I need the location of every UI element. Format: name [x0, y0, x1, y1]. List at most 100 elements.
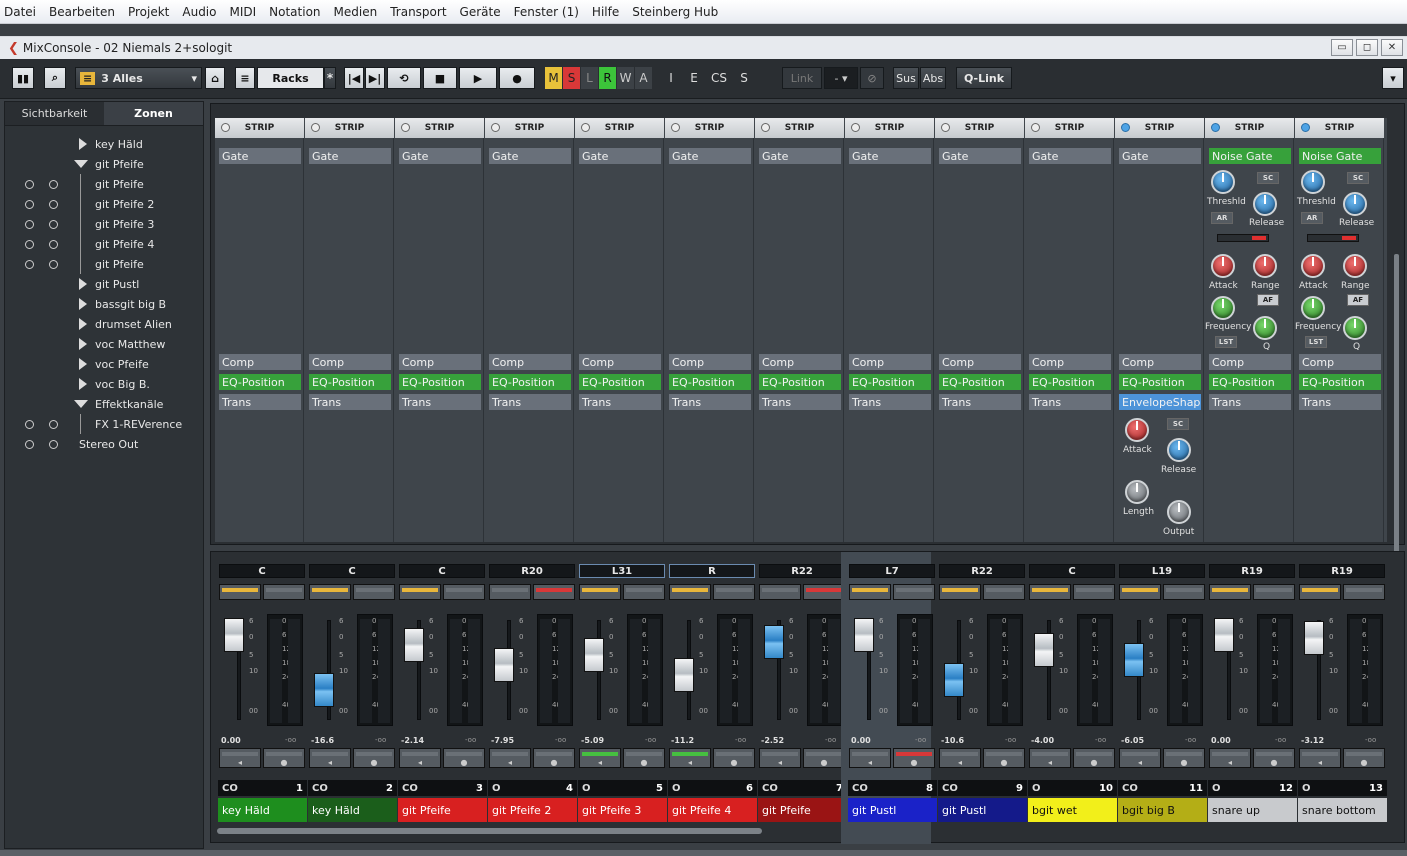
- record-enable-button[interactable]: ●: [713, 748, 755, 768]
- channel-name[interactable]: snare bottom: [1298, 798, 1387, 822]
- mute-button[interactable]: ◂: [399, 748, 441, 768]
- gate-slot[interactable]: Gate: [579, 148, 661, 164]
- volume-fader[interactable]: [764, 625, 784, 659]
- pan-control[interactable]: R: [669, 564, 755, 578]
- pan-control[interactable]: R20: [489, 564, 575, 578]
- pan-control[interactable]: C: [399, 564, 485, 578]
- list-item[interactable]: voc Pfeife: [5, 354, 203, 374]
- insert-bypass-button[interactable]: [219, 584, 261, 600]
- trans-slot[interactable]: Trans: [1029, 394, 1111, 410]
- pan-control[interactable]: C: [1029, 564, 1115, 578]
- insert-bypass-button[interactable]: [1119, 584, 1161, 600]
- tab-sichtbarkeit[interactable]: Sichtbarkeit: [5, 102, 104, 125]
- e-button[interactable]: E: [683, 67, 705, 89]
- minimize-button[interactable]: ▭: [1331, 39, 1353, 56]
- volume-value[interactable]: 0.00: [1211, 736, 1231, 745]
- i-button[interactable]: I: [660, 67, 682, 89]
- absolute-button[interactable]: Abs: [920, 67, 946, 89]
- menu-item-10[interactable]: Hilfe: [592, 5, 619, 19]
- strip-header[interactable]: STRIP: [1115, 118, 1204, 138]
- cs-button[interactable]: CS: [706, 67, 732, 89]
- list-item[interactable]: git Pfeife 3: [5, 214, 203, 234]
- pan-control[interactable]: C: [219, 564, 305, 578]
- envelope-release-knob[interactable]: [1167, 438, 1191, 462]
- solo-dot-icon[interactable]: [49, 179, 58, 189]
- skip-forward-icon[interactable]: ▶|: [365, 67, 385, 89]
- insert-bypass-button[interactable]: [579, 584, 621, 600]
- eq-position-slot[interactable]: EQ-Position: [1209, 374, 1291, 390]
- pan-control[interactable]: R22: [939, 564, 1025, 578]
- channel-name[interactable]: git Pustl: [938, 798, 1027, 822]
- solo-dot-icon[interactable]: [49, 199, 58, 209]
- trans-slot[interactable]: Trans: [579, 394, 661, 410]
- record-enable-button[interactable]: ●: [893, 748, 935, 768]
- mute-button[interactable]: ◂: [1119, 748, 1161, 768]
- comp-slot[interactable]: Comp: [489, 354, 571, 370]
- channel-name[interactable]: git Pfeife 4: [668, 798, 757, 822]
- expand-arrow-icon[interactable]: [79, 278, 87, 290]
- list-item[interactable]: key Häld: [5, 134, 203, 154]
- menu-item-1[interactable]: Bearbeiten: [49, 5, 115, 19]
- eq-position-slot[interactable]: EQ-Position: [489, 374, 571, 390]
- pan-control[interactable]: R19: [1299, 564, 1385, 578]
- comp-slot[interactable]: Comp: [1119, 354, 1201, 370]
- frequency-knob[interactable]: [1301, 296, 1325, 320]
- comp-slot[interactable]: Comp: [219, 354, 301, 370]
- eq-position-slot[interactable]: EQ-Position: [939, 374, 1021, 390]
- strip-power-icon[interactable]: [311, 123, 320, 132]
- channel-name[interactable]: snare up: [1208, 798, 1297, 822]
- eq-position-slot[interactable]: EQ-Position: [309, 374, 391, 390]
- gate-slot[interactable]: Gate: [219, 148, 301, 164]
- stop-icon[interactable]: ■: [423, 67, 457, 89]
- solo-dot-icon[interactable]: [49, 259, 58, 269]
- volume-fader[interactable]: [314, 673, 334, 707]
- record-enable-button[interactable]: ●: [1253, 748, 1295, 768]
- list-item[interactable]: git Pustl: [5, 274, 203, 294]
- strip-header[interactable]: STRIP: [755, 118, 844, 138]
- envelope-output-knob[interactable]: [1167, 500, 1191, 524]
- expand-arrow-icon[interactable]: [79, 318, 87, 330]
- channel-name[interactable]: key Häld: [218, 798, 307, 822]
- volume-value[interactable]: -2.14: [401, 736, 424, 745]
- strip-header[interactable]: STRIP: [215, 118, 304, 138]
- envelope-attack-knob[interactable]: [1125, 418, 1149, 442]
- strip-power-icon[interactable]: [1301, 123, 1310, 132]
- insert-bypass-button[interactable]: [669, 584, 711, 600]
- send-bypass-button[interactable]: [533, 584, 575, 600]
- expand-arrow-icon[interactable]: [79, 338, 87, 350]
- menu-item-7[interactable]: Transport: [390, 5, 446, 19]
- volume-value[interactable]: -10.6: [941, 736, 964, 745]
- strip-header[interactable]: STRIP: [1025, 118, 1114, 138]
- send-bypass-button[interactable]: [1253, 584, 1295, 600]
- configuration-selector[interactable]: ≡ 3 Alles ▾: [75, 67, 202, 89]
- expand-arrow-icon[interactable]: [79, 298, 87, 310]
- release-knob[interactable]: [1343, 192, 1367, 216]
- threshold-knob[interactable]: [1301, 170, 1325, 194]
- read-button[interactable]: R: [599, 67, 616, 89]
- record-enable-button[interactable]: ●: [1163, 748, 1205, 768]
- racks-star[interactable]: *: [324, 67, 336, 89]
- volume-value[interactable]: -3.12: [1301, 736, 1324, 745]
- gate-slot[interactable]: Gate: [1029, 148, 1111, 164]
- release-knob[interactable]: [1253, 192, 1277, 216]
- mute-button[interactable]: ◂: [759, 748, 801, 768]
- send-bypass-button[interactable]: [1073, 584, 1115, 600]
- noise-gate-slot[interactable]: Noise Gate: [1299, 148, 1381, 164]
- volume-fader[interactable]: [1304, 621, 1324, 655]
- menu-item-2[interactable]: Projekt: [128, 5, 169, 19]
- strip-power-icon[interactable]: [1121, 123, 1130, 132]
- search-icon[interactable]: ⌕: [44, 67, 66, 89]
- suspend-button[interactable]: Sus: [893, 67, 919, 89]
- list-item[interactable]: voc Matthew: [5, 334, 203, 354]
- eq-position-slot[interactable]: EQ-Position: [759, 374, 841, 390]
- layout-toggle-icon[interactable]: ▮▮: [12, 67, 34, 89]
- strip-header[interactable]: STRIP: [1295, 118, 1384, 138]
- mute-button[interactable]: ◂: [939, 748, 981, 768]
- mute-button[interactable]: ◂: [849, 748, 891, 768]
- solo-dot-icon[interactable]: [49, 439, 58, 449]
- envelope-length-knob[interactable]: [1125, 480, 1149, 504]
- trans-slot[interactable]: Trans: [939, 394, 1021, 410]
- s-button[interactable]: S: [733, 67, 755, 89]
- volume-value[interactable]: -11.2: [671, 736, 694, 745]
- link-button[interactable]: Link: [782, 67, 822, 89]
